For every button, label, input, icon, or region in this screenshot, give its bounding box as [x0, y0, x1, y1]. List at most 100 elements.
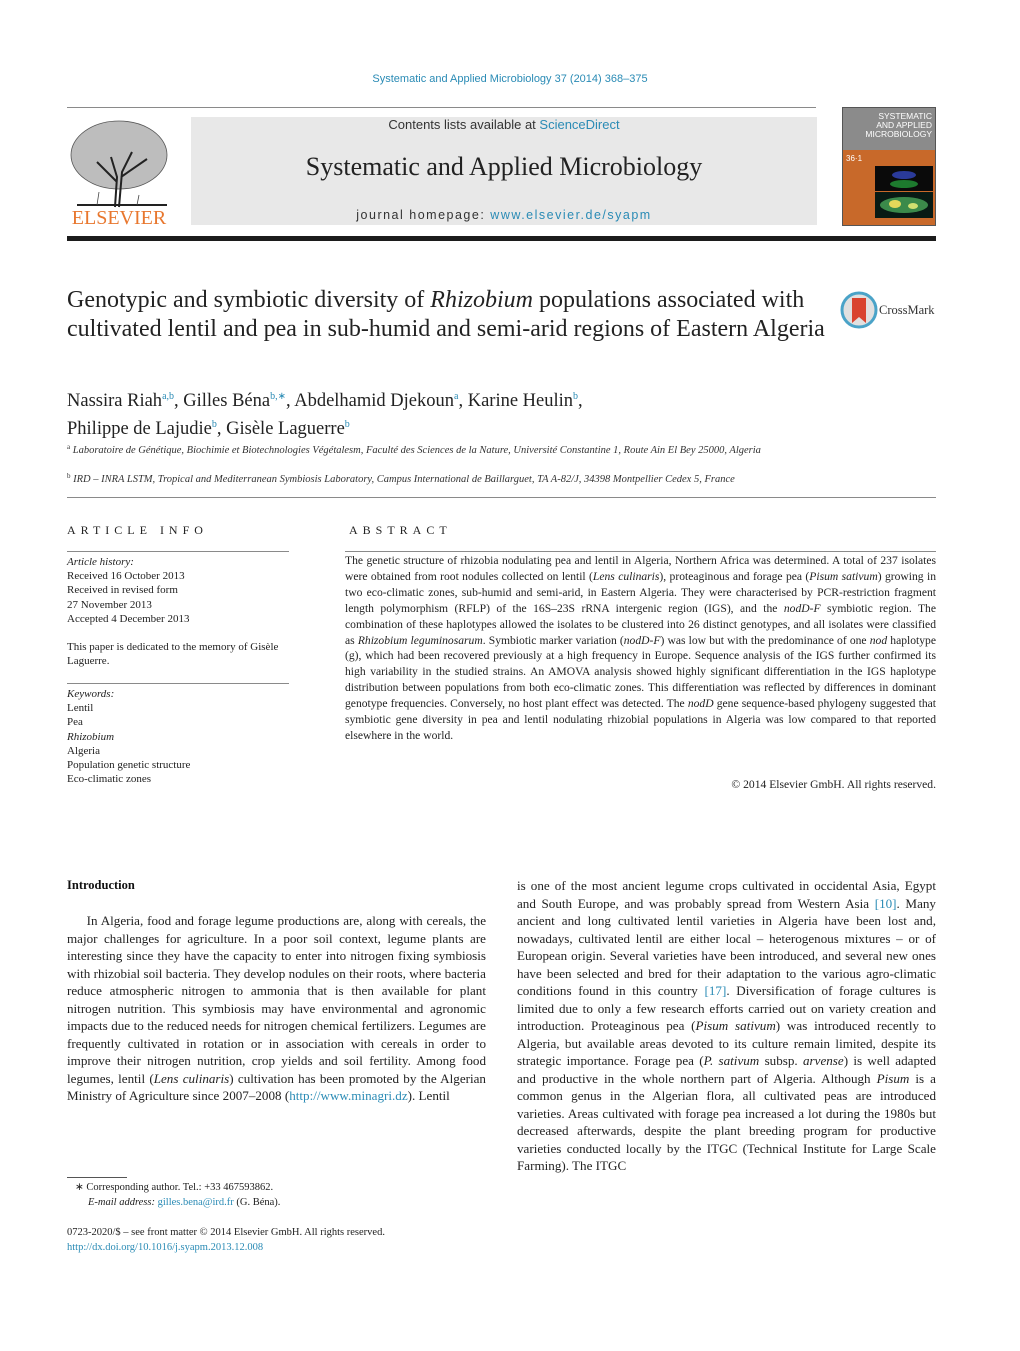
italic-term: P. sativum — [703, 1053, 760, 1068]
affiliation-rule — [67, 497, 936, 498]
affiliation-mark: b — [67, 472, 71, 480]
journal-citation: Systematic and Applied Microbiology 37 (… — [372, 73, 648, 85]
journal-cover-thumbnail[interactable]: SYSTEMATIC AND APPLIED MICROBIOLOGY 36·1 — [842, 107, 936, 226]
text-run: is one of the most ancient legume crops … — [517, 878, 936, 911]
author-separator: , — [174, 391, 184, 411]
journal-title: Systematic and Applied Microbiology — [305, 152, 703, 181]
history-item: Received 16 October 2013 — [67, 570, 185, 583]
cover-title: SYSTEMATIC AND APPLIED MICROBIOLOGY — [843, 108, 935, 150]
affiliation-a: a Laboratoire de Génétique, Biochimie et… — [67, 440, 936, 458]
keyword: Lentil — [67, 702, 94, 715]
front-matter-text: 0723-2020/$ – see front matter © 2014 El… — [67, 1227, 385, 1238]
homepage-link[interactable]: www.elsevier.de/syapm — [490, 208, 651, 222]
affiliation-b: b IRD – INRA LSTM, Tropical and Mediterr… — [67, 469, 936, 487]
dedication: This paper is dedicated to the memory of… — [67, 641, 279, 668]
cover-title-line: MICROBIOLOGY — [865, 129, 932, 139]
reference-link[interactable]: [10] — [875, 896, 897, 911]
cover-issue: 36·1 — [846, 154, 863, 163]
text-run: subsp. — [759, 1053, 803, 1068]
keyword: Rhizobium — [67, 730, 115, 743]
italic-term: nodD — [687, 697, 714, 711]
email-suffix: (G. Béna). — [233, 1196, 281, 1208]
italic-term: Pisum sativum — [695, 1018, 776, 1033]
corresponding-author-note: ∗ Corresponding author. Tel.: +33 467593… — [67, 1181, 486, 1210]
history-item: 27 November 2013 — [67, 598, 152, 611]
italic-term: Rhizobium leguminosarum — [357, 633, 483, 647]
article-info-heading: ARTICLE INFO — [67, 523, 208, 537]
affiliation-text: IRD – INRA LSTM, Tropical and Mediterran… — [73, 474, 735, 485]
doi-link[interactable]: http://dx.doi.org/10.1016/j.syapm.2013.1… — [67, 1242, 263, 1253]
author-name[interactable]: Karine Heulin — [468, 391, 573, 411]
body-column-left: In Algeria, food and forage legume produ… — [67, 912, 486, 1105]
abstract-rule — [345, 551, 936, 552]
text-run: ) was low but with the predominance of o… — [660, 633, 870, 647]
italic-term: Lens culinaris — [592, 569, 660, 583]
homepage-prefix: journal homepage: — [356, 208, 491, 222]
italic-term: nodD-F — [783, 601, 821, 615]
elsevier-logo[interactable]: ELSEVIER — [67, 117, 172, 229]
history-label: Article history: — [67, 556, 134, 568]
author-separator: , — [578, 391, 583, 411]
elsevier-wordmark: ELSEVIER — [72, 207, 167, 227]
text-run: ). Lentil — [407, 1088, 450, 1103]
author-separator: , — [216, 419, 227, 439]
author-name[interactable]: Nassira Riah — [67, 391, 162, 411]
keywords-label: Keywords: — [67, 688, 115, 700]
email-line: E-mail address: gilles.bena@ird.fr (G. B… — [67, 1196, 486, 1211]
italic-term: nod — [869, 633, 888, 647]
header-rule — [67, 107, 816, 108]
article-title: Genotypic and symbiotic diversity of Rhi… — [67, 286, 827, 344]
cover-micrograph-top — [875, 166, 933, 191]
keyword: Population genetic structure — [67, 759, 191, 772]
author-name[interactable]: Gisèle Laguerre — [226, 419, 345, 439]
crossmark-icon — [840, 291, 878, 329]
italic-term: arvense — [802, 1053, 844, 1068]
email-label: E-mail address: — [88, 1196, 158, 1208]
text-run: ), proteaginous and forage pea ( — [659, 569, 810, 583]
article-info-rule — [67, 551, 289, 552]
contents-line: Contents lists available at ScienceDirec… — [191, 117, 817, 132]
header-thick-rule — [67, 236, 936, 241]
abstract-text: The genetic structure of rhizobia nodula… — [345, 553, 936, 744]
author-affiliation-mark[interactable]: a,b — [162, 391, 174, 402]
italic-term: Pisum sativum — [809, 569, 878, 583]
reference-link[interactable]: http://www.minagri.dz — [289, 1088, 407, 1103]
abstract-copyright: © 2014 Elsevier GmbH. All rights reserve… — [731, 778, 936, 791]
keyword: Pea — [67, 716, 83, 729]
history-item: Received in revised form — [67, 584, 178, 597]
keyword: Eco-climatic zones — [67, 773, 151, 786]
author-separator: , — [458, 391, 468, 411]
footnote-rule — [67, 1177, 127, 1178]
sciencedirect-link[interactable]: ScienceDirect — [539, 117, 619, 132]
italic-term: Pisum — [876, 1070, 910, 1086]
elsevier-tree-icon: ELSEVIER — [70, 120, 168, 229]
introduction-heading: Introduction — [67, 878, 135, 892]
cover-micrograph-bottom — [875, 192, 933, 218]
affiliation-text: Laboratoire de Génétique, Biochimie et B… — [72, 445, 761, 456]
author-name[interactable]: Abdelhamid Djekoun — [294, 391, 454, 411]
author-name[interactable]: Philippe de Lajudie — [67, 419, 212, 439]
text-run: In Algeria, food and forage legume produ… — [67, 913, 486, 1086]
keyword: Algeria — [67, 744, 100, 757]
italic-term: nodD-F — [623, 633, 661, 647]
body-column-right: is one of the most ancient legume crops … — [517, 877, 936, 1175]
author-name[interactable]: Gilles Béna — [183, 391, 270, 411]
email-link[interactable]: gilles.bena@ird.fr — [158, 1197, 234, 1208]
history-item: Accepted 4 December 2013 — [67, 612, 190, 625]
author-affiliation-mark[interactable]: b,∗ — [270, 391, 286, 402]
front-matter: 0723-2020/$ – see front matter © 2014 El… — [67, 1225, 486, 1255]
italic-term: Lens culinaris — [153, 1070, 230, 1086]
affiliation-mark: a — [67, 443, 71, 451]
keywords-rule — [67, 683, 289, 684]
reference-link[interactable]: [17] — [705, 983, 727, 998]
author-separator: , — [285, 391, 295, 411]
title-genus: Rhizobium — [430, 287, 533, 313]
corresponding-author: ∗ Corresponding author. Tel.: +33 467593… — [75, 1182, 274, 1193]
author-list: Nassira Riaha,b, Gilles Bénab,∗, Abdelha… — [67, 385, 827, 441]
abstract-heading: ABSTRACT — [349, 523, 452, 537]
crossmark-label[interactable]: CrossMark — [879, 303, 935, 318]
text-run: . Symbiotic marker variation ( — [482, 633, 624, 647]
author-affiliation-mark[interactable]: b — [345, 419, 350, 430]
journal-homepage: journal homepage: www.elsevier.de/syapm — [191, 208, 817, 222]
keywords: Keywords: Lentil Pea Rhizobium Algeria P… — [67, 687, 289, 786]
